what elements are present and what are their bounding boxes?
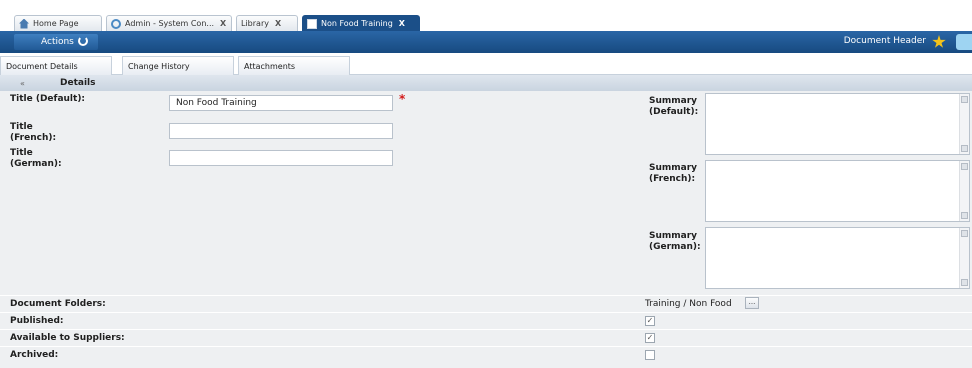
title-german-label: Title (German): [10, 148, 62, 169]
settings-icon [111, 18, 121, 29]
tab-document-details[interactable]: Document Details [0, 56, 112, 75]
archived-checkbox[interactable] [645, 350, 655, 360]
subtab-label: Attachments [244, 61, 296, 71]
available-to-suppliers-checkbox[interactable]: ✓ [645, 333, 655, 343]
title-german-input[interactable] [169, 150, 393, 166]
required-marker: * [399, 92, 406, 106]
subtab-label: Document Details [6, 61, 78, 71]
tab-label: Admin - System Con... [125, 19, 215, 28]
section-title: Details [60, 78, 96, 88]
archived-row: Archived: [0, 346, 972, 363]
summary-german-textarea[interactable] [705, 227, 970, 289]
close-icon[interactable]: X [220, 19, 226, 28]
actions-label: Actions [41, 37, 74, 47]
tab-home-page[interactable]: Home Page [14, 15, 102, 31]
subtab-label: Change History [128, 61, 190, 71]
scrollbar[interactable] [959, 228, 969, 288]
scrollbar[interactable] [959, 94, 969, 154]
close-icon[interactable]: X [399, 19, 405, 28]
summary-german-label: Summary (German): [649, 231, 701, 252]
published-label: Published: [10, 316, 64, 326]
refresh-icon[interactable] [78, 36, 88, 46]
document-icon [307, 18, 317, 29]
favorite-star-icon[interactable] [932, 35, 946, 48]
tab-non-food-training[interactable]: Non Food Training X [302, 15, 420, 31]
document-tab-strip: Home Page Admin - System Con... X Librar… [0, 0, 972, 31]
details-section-header[interactable]: « Details [0, 75, 972, 91]
tab-change-history[interactable]: Change History [122, 56, 234, 75]
actions-toolbar: Actions Document Header [0, 31, 972, 53]
published-checkbox[interactable]: ✓ [645, 316, 655, 326]
tab-label: Non Food Training [321, 19, 393, 28]
document-header-label: Document Header [843, 36, 926, 46]
tab-attachments[interactable]: Attachments [238, 56, 350, 75]
collapse-icon[interactable]: « [20, 79, 30, 88]
summary-default-textarea[interactable] [705, 93, 970, 155]
close-icon[interactable]: X [275, 19, 281, 28]
published-row: Published: ✓ [0, 312, 972, 329]
available-to-suppliers-row: Available to Suppliers: ✓ [0, 329, 972, 346]
title-french-label: Title (French): [10, 122, 57, 143]
title-french-input[interactable] [169, 123, 393, 139]
archived-label: Archived: [10, 350, 59, 360]
browse-folders-button[interactable]: ... [745, 297, 759, 309]
document-folders-row: Document Folders: Training / Non Food ..… [0, 295, 972, 312]
document-folders-value: Training / Non Food [645, 299, 732, 309]
summary-french-textarea[interactable] [705, 160, 970, 222]
actions-menu-button[interactable]: Actions [14, 34, 98, 50]
title-default-label: Title (Default): [10, 94, 86, 104]
tab-library[interactable]: Library X [236, 15, 298, 31]
details-form: Title (Default): Non Food Training * Tit… [0, 91, 972, 368]
title-default-input[interactable]: Non Food Training [169, 95, 393, 111]
tab-admin-system-config[interactable]: Admin - System Con... X [106, 15, 232, 31]
help-panel-icon[interactable] [956, 34, 972, 50]
tab-label: Home Page [33, 19, 79, 28]
home-icon [19, 18, 29, 29]
available-to-suppliers-label: Available to Suppliers: [10, 333, 125, 343]
scrollbar[interactable] [959, 161, 969, 221]
detail-subtabs: Document Details Change History Attachme… [0, 53, 972, 75]
summary-default-label: Summary (Default): [649, 96, 699, 117]
tab-label: Library [241, 19, 269, 28]
document-folders-label: Document Folders: [10, 299, 106, 309]
summary-french-label: Summary (French): [649, 163, 698, 184]
